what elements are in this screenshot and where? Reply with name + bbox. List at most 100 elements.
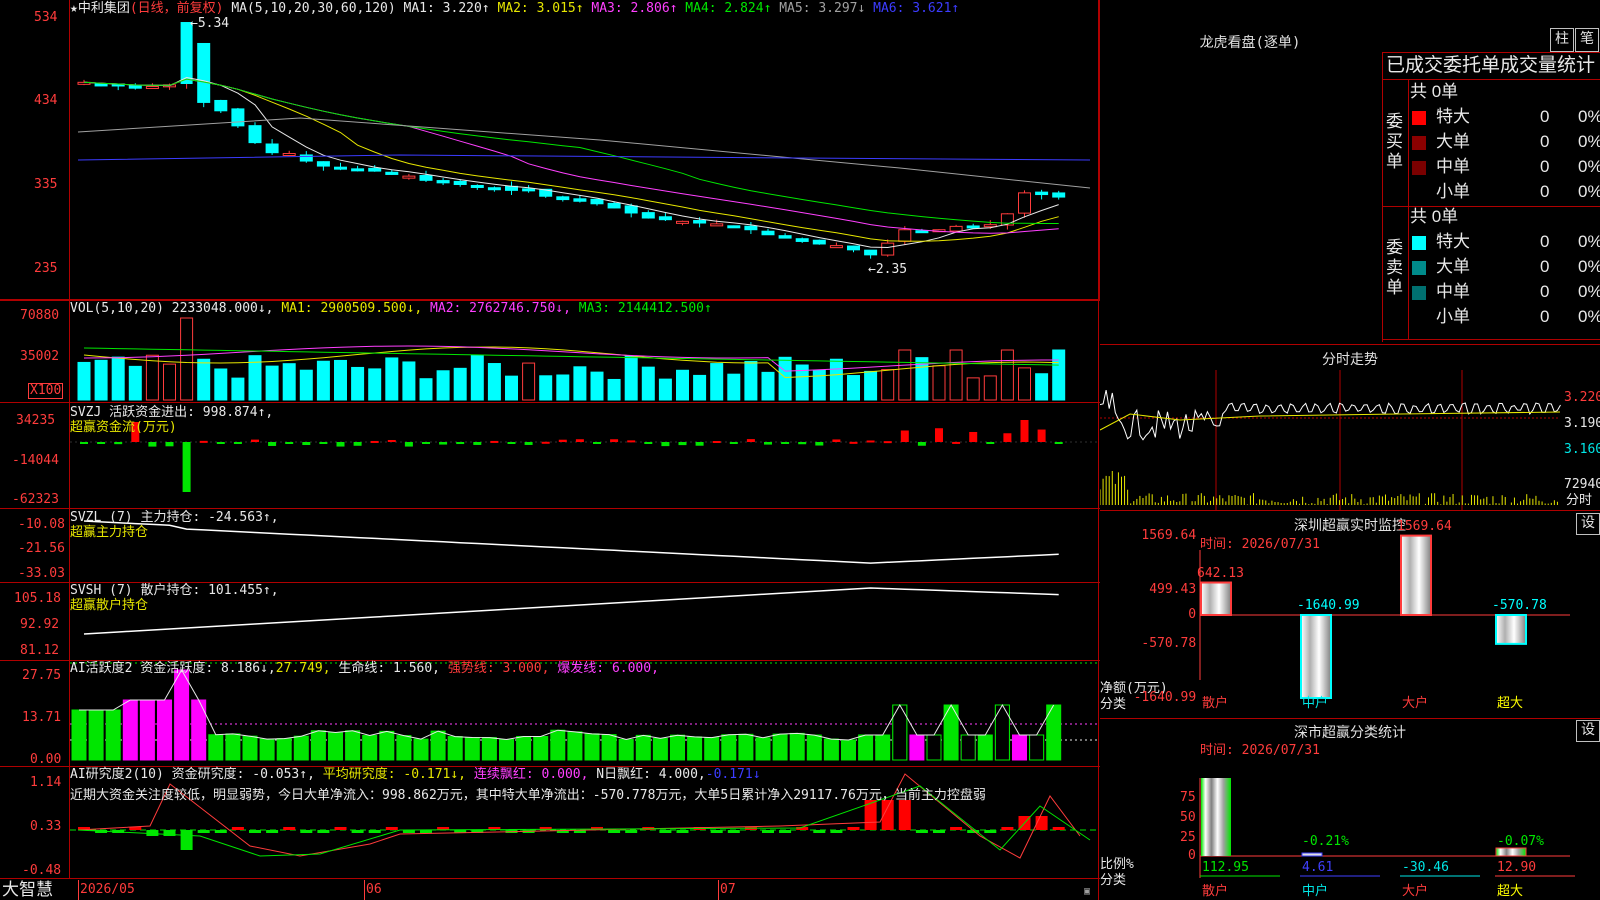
order-size-color-swatch (1412, 311, 1426, 325)
volume-bar (385, 357, 399, 401)
fenshi-axis-label: 3.190 (1564, 416, 1600, 431)
ai2-value5: -0.171↓ (705, 767, 761, 782)
candle (487, 187, 501, 191)
vol-axis-label: 35002 (20, 349, 60, 364)
ai2-bar (676, 830, 689, 833)
candle (453, 180, 467, 185)
svzj-axis-label: 34235 (16, 413, 56, 428)
svzj-bar (781, 442, 790, 444)
svzj-bar (507, 442, 516, 444)
svzl-axis-label: -33.03 (18, 566, 65, 581)
ai1-hollow-bar (960, 734, 976, 761)
volume-bar (128, 365, 142, 401)
svzj-bar (541, 441, 550, 444)
ai-research-chart[interactable] (0, 766, 1100, 878)
ai1-bar (122, 699, 138, 761)
ai2-bar (317, 830, 330, 833)
ai1-bar (533, 736, 549, 761)
candle (966, 225, 980, 229)
candle (744, 225, 758, 231)
ai1-line (79, 668, 1055, 741)
ai1-bar (567, 731, 583, 761)
order-size-color-swatch (1412, 186, 1426, 200)
ai1-bar (225, 733, 241, 761)
svsh-title: SVSH (7) (70, 583, 133, 598)
order-size-label: 中单 (1436, 282, 1470, 301)
candle (710, 223, 724, 227)
svzj-bar (575, 439, 584, 442)
volume-bar (316, 360, 330, 401)
ai2-bar (608, 830, 621, 833)
stock-name[interactable]: 中利集团 (78, 1, 130, 16)
sz-class-ylabel: 比例% (1100, 857, 1134, 872)
ai2-bar (950, 827, 963, 830)
ai2-bar (283, 827, 296, 830)
ai1-bar (345, 730, 361, 761)
svzj-bar (798, 442, 807, 445)
ai1-bar (208, 734, 224, 761)
candle (145, 86, 159, 90)
sz-class-category: 散户 (1202, 884, 1229, 899)
ai2-bar (847, 827, 860, 830)
favorite-star-icon[interactable]: ★ (70, 1, 78, 16)
volume-bar (778, 356, 792, 401)
svzj-bar (524, 442, 533, 445)
ai1-bar (293, 735, 309, 761)
lock-icon[interactable]: ▣ (1084, 884, 1090, 899)
volume-bar (334, 359, 347, 401)
volume-bar (983, 375, 997, 401)
order-size-label: 小单 (1436, 182, 1470, 201)
tick-view-button[interactable]: 笔 (1575, 28, 1599, 52)
sz-class-pct-label: -0.07% (1497, 834, 1544, 849)
order-count: 0 (1540, 307, 1550, 326)
volume-bar (658, 378, 672, 401)
order-percent: 0% (1578, 232, 1600, 251)
order-percent: 0% (1578, 132, 1600, 151)
ai2-bar (180, 830, 193, 850)
price-axis-label: 534 (34, 10, 58, 25)
ai1-bar (499, 738, 514, 761)
order-size-label: 大单 (1436, 132, 1470, 151)
ai2-axis-label: 0.33 (30, 819, 62, 834)
ma3-value: MA3: 2.806↑ (591, 1, 678, 16)
volume-bar (812, 369, 826, 401)
ma5-value: MA5: 3.297↓ (779, 1, 866, 16)
candle (385, 171, 399, 175)
volume-bar (402, 361, 416, 401)
order-percent: 0% (1578, 107, 1600, 126)
period-label[interactable]: (日线，前复权) (130, 1, 224, 16)
ai1-burst: 爆发线: 6.000, (557, 661, 659, 676)
candle (590, 198, 604, 205)
ai1-bar (550, 729, 566, 761)
sz-monitor-value-label: 642.13 (1197, 565, 1244, 581)
vol-ma2: MA2: 2762746.750↓, (430, 301, 571, 316)
ai1-hollow-bar (926, 734, 942, 761)
svzj-bar (900, 430, 909, 442)
intraday-chart[interactable] (1100, 370, 1600, 510)
ai1-bar (481, 737, 497, 761)
svzj-axis-label: -62323 (12, 492, 59, 507)
svzj-bar (404, 442, 413, 447)
order-size-color-swatch (1412, 236, 1426, 250)
volume-bar (693, 374, 707, 401)
vol-unit-button[interactable]: X100 (28, 383, 64, 399)
vol-axis-label: 70880 (20, 308, 60, 323)
volume-bar (487, 363, 501, 401)
lhb-tab[interactable]: 已成交委托单成交量统计 (1386, 55, 1595, 77)
volume-bar (111, 356, 125, 401)
svzj-bar (285, 442, 294, 444)
svzj-bar (319, 442, 328, 444)
candle (214, 99, 228, 112)
bar-view-button[interactable]: 柱 (1550, 28, 1574, 52)
ma-title: MA(5,10,20,30,60,120) (231, 1, 396, 16)
kline-chart[interactable] (0, 0, 1100, 300)
sz-class-axis-label: 50 (1180, 810, 1196, 825)
ai2-bar (915, 830, 928, 833)
volume-bar (829, 358, 843, 401)
ma6-value: MA6: 3.621↑ (873, 1, 960, 16)
volume-bar (368, 368, 382, 401)
ai1-bar (584, 733, 600, 761)
candle (180, 22, 193, 84)
ai1-bar (755, 737, 771, 761)
candle (812, 239, 826, 245)
